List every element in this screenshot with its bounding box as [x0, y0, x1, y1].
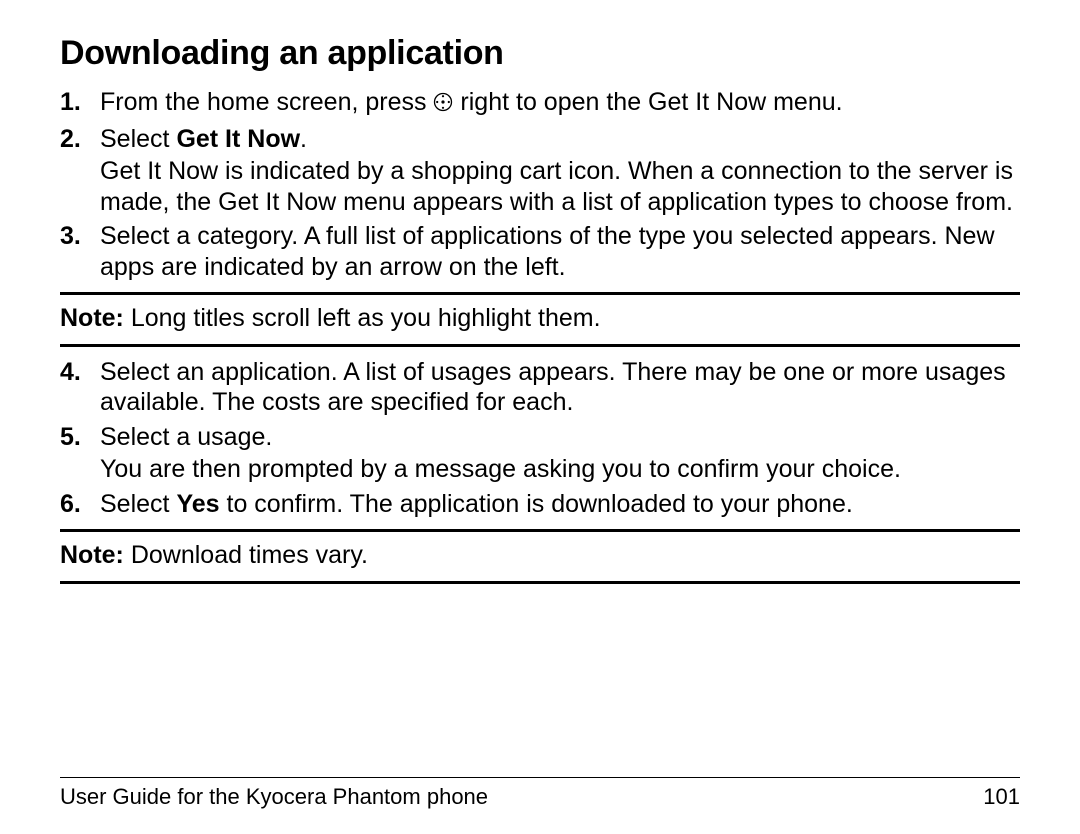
- document-page: Downloading an application 1. From the h…: [0, 0, 1080, 834]
- step-body: Select Yes to confirm. The application i…: [100, 489, 1020, 520]
- step-3: 3. Select a category. A full list of app…: [60, 221, 1020, 282]
- note-label: Note:: [60, 541, 124, 569]
- step-number: 5.: [60, 422, 100, 485]
- step-2: 2. Select Get It Now. Get It Now is indi…: [60, 124, 1020, 218]
- step-body: Select a usage. You are then prompted by…: [100, 422, 1020, 485]
- step-6: 6. Select Yes to confirm. The applicatio…: [60, 489, 1020, 520]
- step-number: 2.: [60, 124, 100, 218]
- step-description: You are then prompted by a message askin…: [100, 454, 1020, 485]
- step-5: 5. Select a usage. You are then prompted…: [60, 422, 1020, 485]
- steps-list: 1. From the home screen, press right to …: [60, 87, 1020, 282]
- step-text-lead: Select: [100, 125, 176, 153]
- note-block-2: Note: Download times vary.: [60, 529, 1020, 584]
- step-bold: Get It Now: [176, 125, 300, 153]
- steps-list-continued: 4. Select an application. A list of usag…: [60, 357, 1020, 520]
- footer-title: User Guide for the Kyocera Phantom phone: [60, 784, 488, 810]
- step-1: 1. From the home screen, press right to …: [60, 87, 1020, 120]
- step-body: From the home screen, press right to ope…: [100, 87, 1020, 120]
- note-block-1: Note: Long titles scroll left as you hig…: [60, 292, 1020, 347]
- step-text-pre: From the home screen, press: [100, 88, 433, 116]
- step-text-tail: .: [300, 125, 307, 153]
- step-bold: Yes: [176, 490, 219, 518]
- step-body: Select Get It Now. Get It Now is indicat…: [100, 124, 1020, 218]
- step-text-post: right to open the Get It Now menu.: [460, 88, 842, 116]
- step-text-lead: Select: [100, 490, 176, 518]
- page-footer: User Guide for the Kyocera Phantom phone…: [60, 777, 1020, 810]
- step-number: 3.: [60, 221, 100, 282]
- note-label: Note:: [60, 304, 124, 332]
- page-title: Downloading an application: [60, 34, 1020, 73]
- step-text-tail: to confirm. The application is downloade…: [220, 490, 853, 518]
- page-number: 101: [983, 784, 1020, 810]
- navigation-key-icon: [433, 89, 453, 120]
- step-number: 1.: [60, 87, 100, 120]
- step-description: Get It Now is indicated by a shopping ca…: [100, 156, 1020, 217]
- step-text: Select a usage.: [100, 423, 272, 451]
- note-text: Long titles scroll left as you highlight…: [124, 304, 601, 332]
- note-text: Download times vary.: [124, 541, 368, 569]
- step-number: 4.: [60, 357, 100, 418]
- step-number: 6.: [60, 489, 100, 520]
- step-4: 4. Select an application. A list of usag…: [60, 357, 1020, 418]
- step-body: Select a category. A full list of applic…: [100, 221, 1020, 282]
- step-body: Select an application. A list of usages …: [100, 357, 1020, 418]
